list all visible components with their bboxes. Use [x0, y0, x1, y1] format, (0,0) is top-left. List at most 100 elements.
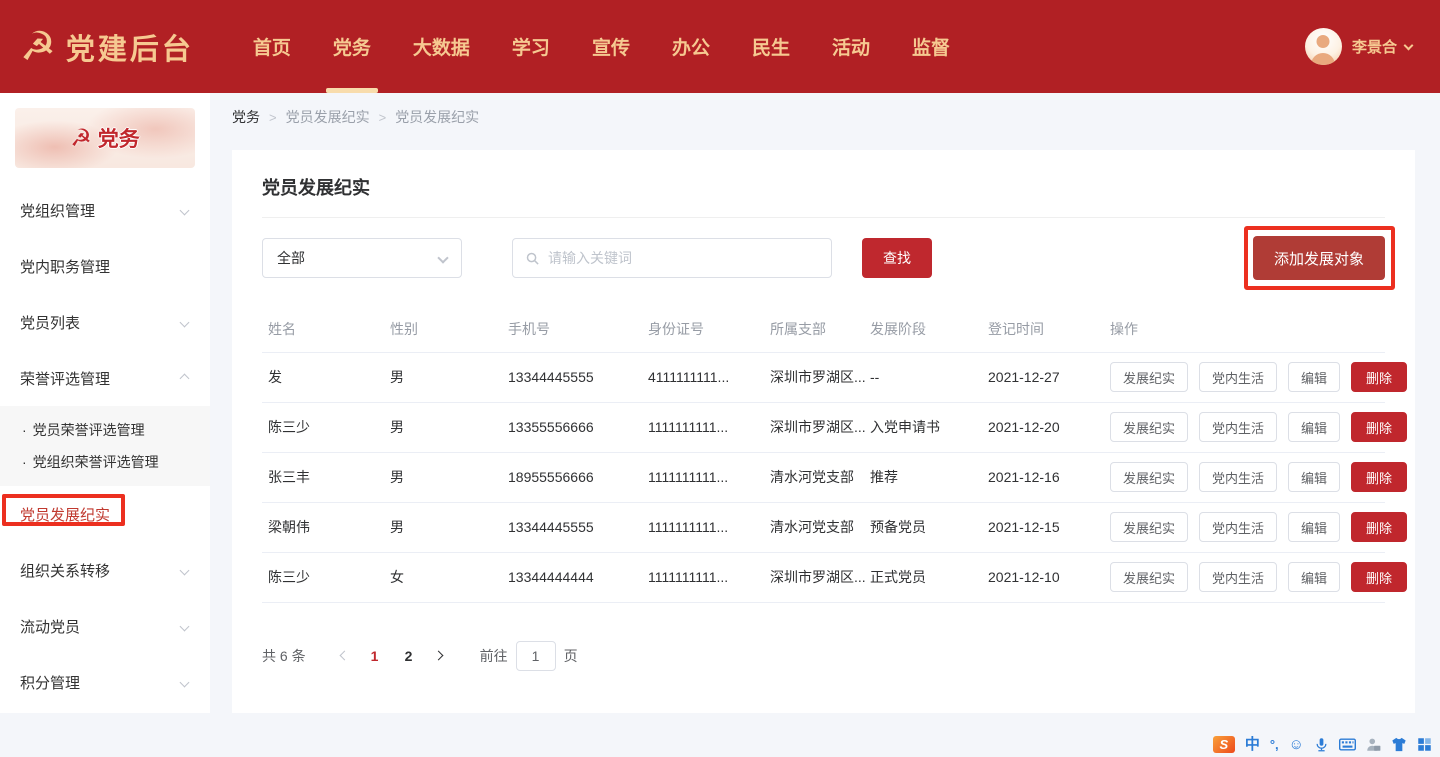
sidebar-item-label: 积分管理: [20, 672, 80, 693]
page-1-button[interactable]: 1: [358, 648, 392, 664]
development-record-button[interactable]: 发展纪实: [1110, 512, 1188, 542]
goto-label: 前往: [480, 646, 508, 666]
next-page-button[interactable]: [426, 652, 452, 659]
sidebar-subitem-org-honor[interactable]: 党组织荣誉评选管理: [0, 446, 210, 478]
edit-button[interactable]: 编辑: [1288, 362, 1340, 392]
emoji-icon[interactable]: ☺: [1289, 737, 1304, 752]
add-button-wrap: 添加发展对象: [1253, 236, 1385, 280]
nav-item-big-data[interactable]: 大数据: [392, 0, 491, 93]
sidebar-item-label: 荣誉评选管理: [20, 368, 110, 389]
delete-button[interactable]: 删除: [1351, 512, 1407, 542]
delete-button[interactable]: 删除: [1351, 462, 1407, 492]
breadcrumb-level-2[interactable]: 党员发展纪实: [286, 107, 370, 127]
sidebar-item-party-org-mgmt[interactable]: 党组织管理: [0, 182, 210, 238]
prev-page-button[interactable]: [332, 652, 358, 659]
cell-branch: 深圳市罗湖区...: [764, 552, 864, 602]
party-life-button[interactable]: 党内生活: [1199, 462, 1277, 492]
app-logo[interactable]: ☭ 党建后台: [0, 26, 194, 68]
cell-name: 陈三少: [262, 552, 384, 602]
sidebar-item-member-list[interactable]: 党员列表: [0, 294, 210, 350]
app-title: 党建后台: [66, 26, 194, 68]
party-life-button[interactable]: 党内生活: [1199, 362, 1277, 392]
table-row: 梁朝伟 男 13344445555 1111111111... 清水河党支部 预…: [262, 502, 1385, 552]
page-2-button[interactable]: 2: [392, 648, 426, 664]
cell-id-card: 1111111111...: [642, 452, 764, 502]
nav-item-livelihood[interactable]: 民生: [731, 0, 811, 93]
sogou-ime-icon[interactable]: S: [1213, 736, 1235, 753]
content-card: 党员发展纪实 全部 查找 添加发展对象: [232, 150, 1415, 713]
development-record-button[interactable]: 发展纪实: [1110, 362, 1188, 392]
row-actions: 发展纪实 党内生活 编辑 删除: [1110, 453, 1385, 502]
breadcrumb: 党务 > 党员发展纪实 > 党员发展纪实: [210, 93, 1440, 127]
development-record-button[interactable]: 发展纪实: [1110, 562, 1188, 592]
keyboard-icon[interactable]: [1339, 738, 1356, 751]
avatar[interactable]: [1305, 28, 1342, 65]
development-record-button[interactable]: 发展纪实: [1110, 462, 1188, 492]
nav-item-supervision[interactable]: 监督: [891, 0, 971, 93]
cell-phone: 13355556666: [502, 402, 642, 452]
search-input[interactable]: [548, 250, 819, 266]
chevron-down-icon: [1404, 40, 1414, 50]
sidebar-item-org-relation-transfer[interactable]: 组织关系转移: [0, 542, 210, 598]
add-development-target-button[interactable]: 添加发展对象: [1253, 236, 1385, 280]
skin-icon[interactable]: [1391, 737, 1407, 752]
goto-page-input[interactable]: [516, 641, 556, 671]
delete-button[interactable]: 删除: [1351, 362, 1407, 392]
members-table: 姓名 性别 手机号 身份证号 所属支部 发展阶段 登记时间 操作 发 男 133…: [262, 306, 1385, 603]
cell-stage: 入党申请书: [864, 402, 982, 452]
table-row: 陈三少 男 13355556666 1111111111... 深圳市罗湖区..…: [262, 402, 1385, 452]
table-row: 发 男 13344445555 4111111111... 深圳市罗湖区... …: [262, 352, 1385, 402]
microphone-icon[interactable]: [1314, 737, 1329, 752]
sidebar-submenu: 党员荣誉评选管理 党组织荣誉评选管理: [0, 406, 210, 486]
table-row: 张三丰 男 18955556666 1111111111... 清水河党支部 推…: [262, 452, 1385, 502]
sidebar-item-member-development[interactable]: 党员发展纪实: [0, 486, 210, 542]
row-actions: 发展纪实 党内生活 编辑 删除: [1110, 503, 1385, 552]
sidebar-item-points-mgmt[interactable]: 积分管理: [0, 654, 210, 710]
ime-punctuation-icon[interactable]: °,: [1270, 738, 1279, 751]
chevron-down-icon: [180, 621, 190, 631]
edit-button[interactable]: 编辑: [1288, 462, 1340, 492]
party-life-button[interactable]: 党内生活: [1199, 562, 1277, 592]
ime-language-mode-icon[interactable]: 中: [1245, 737, 1260, 752]
party-life-button[interactable]: 党内生活: [1199, 412, 1277, 442]
party-life-button[interactable]: 党内生活: [1199, 512, 1277, 542]
delete-button[interactable]: 删除: [1351, 412, 1407, 442]
delete-button[interactable]: 删除: [1351, 562, 1407, 592]
cell-stage: 正式党员: [864, 552, 982, 602]
nav-item-activity[interactable]: 活动: [811, 0, 891, 93]
chevron-down-icon: [180, 317, 190, 327]
sidebar-subitem-member-honor[interactable]: 党员荣誉评选管理: [0, 414, 210, 446]
search-button[interactable]: 查找: [862, 238, 932, 278]
cell-stage: 预备党员: [864, 502, 982, 552]
search-box[interactable]: [512, 238, 832, 278]
breadcrumb-root[interactable]: 党务: [232, 107, 260, 127]
sidebar-item-mobile-members[interactable]: 流动党员: [0, 598, 210, 654]
nav-item-publicity[interactable]: 宣传: [571, 0, 651, 93]
nav-item-home[interactable]: 首页: [232, 0, 312, 93]
cell-name: 发: [262, 352, 384, 402]
user-mode-icon[interactable]: [1366, 737, 1381, 752]
development-record-button[interactable]: 发展纪实: [1110, 412, 1188, 442]
row-actions: 发展纪实 党内生活 编辑 删除: [1110, 403, 1385, 452]
sidebar-item-honor-selection-mgmt[interactable]: 荣誉评选管理: [0, 350, 210, 406]
edit-button[interactable]: 编辑: [1288, 562, 1340, 592]
chevron-right-icon: [434, 651, 444, 661]
row-actions: 发展纪实 党内生活 编辑 删除: [1110, 553, 1385, 602]
filter-row: 全部 查找 添加发展对象: [262, 236, 1385, 280]
cell-phone: 13344445555: [502, 352, 642, 402]
cell-stage: 推荐: [864, 452, 982, 502]
cell-gender: 男: [384, 352, 502, 402]
pagination-total: 共 6 条: [262, 646, 306, 666]
category-select-value: 全部: [277, 248, 305, 268]
nav-item-study[interactable]: 学习: [491, 0, 571, 93]
user-menu[interactable]: 李景合: [1305, 28, 1412, 65]
nav-item-party-affairs[interactable]: 党务: [312, 0, 392, 93]
nav-item-office[interactable]: 办公: [651, 0, 731, 93]
toolbox-grid-icon[interactable]: [1417, 737, 1432, 752]
edit-button[interactable]: 编辑: [1288, 412, 1340, 442]
category-select[interactable]: 全部: [262, 238, 462, 278]
sidebar-item-party-position-mgmt[interactable]: 党内职务管理: [0, 238, 210, 294]
username: 李景合: [1352, 36, 1397, 57]
table-header-row: 姓名 性别 手机号 身份证号 所属支部 发展阶段 登记时间 操作: [262, 306, 1385, 352]
edit-button[interactable]: 编辑: [1288, 512, 1340, 542]
